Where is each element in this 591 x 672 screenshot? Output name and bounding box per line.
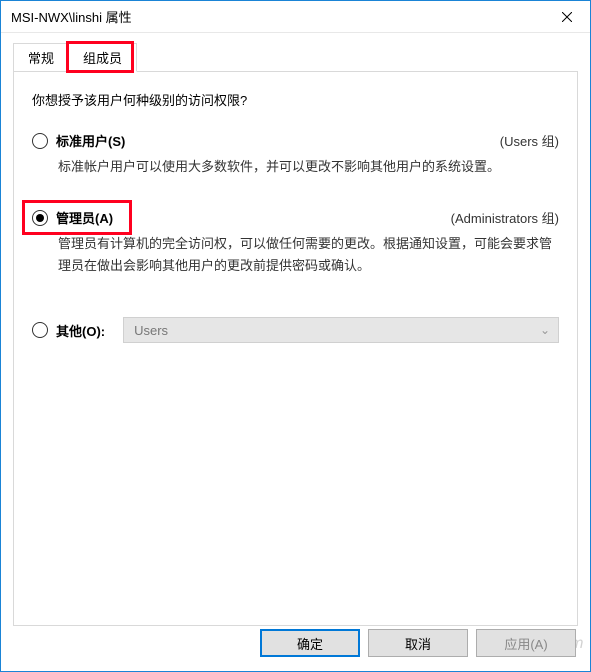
standard-label: 标准用户(S) — [56, 131, 125, 150]
other-label: 其他(O): — [56, 321, 105, 340]
tab-row: 常规 组成员 — [13, 45, 578, 71]
radio-admin[interactable] — [32, 210, 48, 226]
standard-desc: 标准帐户用户可以使用大多数软件，并可以更改不影响其他用户的系统设置。 — [58, 156, 559, 178]
admin-desc: 管理员有计算机的完全访问权，可以做任何需要的更改。根据通知设置，可能会要求管理员… — [58, 233, 559, 277]
option-admin: 管理员(A) (Administrators 组) 管理员有计算机的完全访问权，… — [32, 208, 559, 277]
option-standard: 标准用户(S) (Users 组) 标准帐户用户可以使用大多数软件，并可以更改不… — [32, 131, 559, 178]
window-title: MSI-NWX\linshi 属性 — [11, 7, 544, 26]
apply-button[interactable]: 应用(A) — [476, 629, 576, 657]
ok-button[interactable]: 确定 — [260, 629, 360, 657]
titlebar: MSI-NWX\linshi 属性 — [1, 1, 590, 33]
other-combobox[interactable]: Users ⌄ — [123, 317, 559, 343]
option-other: 其他(O): Users ⌄ — [32, 317, 559, 343]
close-button[interactable] — [544, 1, 590, 33]
tab-members[interactable]: 组成员 — [68, 43, 137, 72]
radio-other[interactable] — [32, 322, 48, 338]
chevron-down-icon: ⌄ — [540, 323, 550, 337]
content-area: 常规 组成员 你想授予该用户何种级别的访问权限? 标准用户(S) (Users … — [1, 33, 590, 626]
tab-general[interactable]: 常规 — [13, 43, 69, 71]
question-text: 你想授予该用户何种级别的访问权限? — [32, 90, 559, 109]
standard-group: (Users 组) — [500, 131, 559, 150]
admin-label: 管理员(A) — [56, 208, 113, 227]
admin-group: (Administrators 组) — [451, 208, 559, 227]
radio-standard[interactable] — [32, 133, 48, 149]
dialog-footer: 确定 取消 应用(A) — [260, 629, 576, 657]
cancel-button[interactable]: 取消 — [368, 629, 468, 657]
combobox-value: Users — [134, 323, 168, 338]
tab-panel: 你想授予该用户何种级别的访问权限? 标准用户(S) (Users 组) 标准帐户… — [13, 71, 578, 626]
close-icon — [562, 12, 572, 22]
